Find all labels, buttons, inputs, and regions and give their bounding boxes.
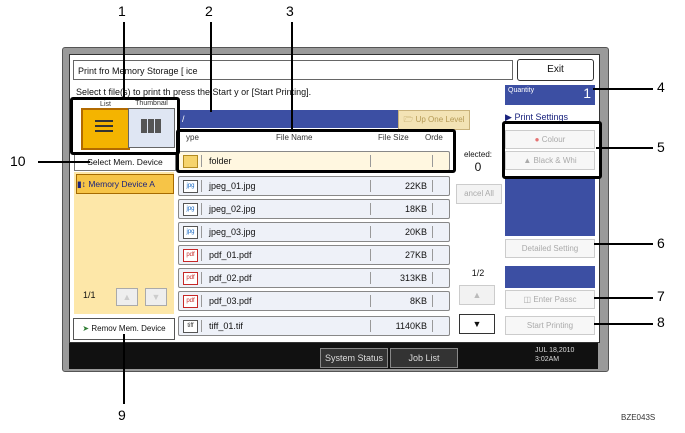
file-size: 1140KB [395, 321, 427, 331]
memory-device-icon: ▮↕ [77, 179, 86, 189]
enter-passcode-label: Enter Passc [533, 295, 577, 304]
enter-passcode-button[interactable]: ◫ Enter Passc [505, 290, 595, 309]
jpg-file-icon: jpg [183, 180, 198, 193]
callout-box-5 [502, 121, 602, 179]
file-row[interactable]: pdf pdf_03.pdf 8KB [178, 291, 450, 311]
date-text: JUL 18,2010 [535, 347, 575, 354]
passcode-display-area [505, 266, 595, 288]
file-row[interactable]: pdf pdf_02.pdf 313KB [178, 268, 450, 288]
file-name: pdf_03.pdf [209, 296, 252, 306]
figure-code: BZE043S [621, 413, 656, 422]
jpg-file-icon: jpg [183, 203, 198, 216]
device-scroll-down-button[interactable]: ▼ [145, 288, 167, 306]
memory-device-item[interactable]: ▮↕ Memory Device A [76, 174, 174, 194]
file-page-indicator: 1/2 [471, 268, 485, 278]
exit-button[interactable]: Exit [517, 59, 594, 81]
callout-6: 6 [657, 235, 665, 251]
jpg-file-icon: jpg [183, 226, 198, 239]
start-printing-button[interactable]: Start Printing [505, 316, 595, 335]
callout-9: 9 [118, 407, 126, 423]
window-title: Print fro Memory Storage [ ice [73, 60, 513, 80]
callout-1: 1 [118, 3, 126, 19]
file-size: 313KB [399, 273, 427, 283]
remove-device-icon: ➤ [82, 324, 90, 333]
callout-box-3 [176, 129, 456, 173]
up-one-level-button[interactable]: 🗁 Up One Level [398, 110, 470, 130]
passcode-icon: ◫ [523, 295, 532, 304]
callout-10: 10 [10, 153, 26, 169]
callout-4: 4 [657, 79, 665, 95]
callout-8: 8 [657, 314, 665, 330]
quantity-box[interactable]: Quantity 1 [505, 85, 595, 105]
device-scroll-up-button[interactable]: ▲ [116, 288, 138, 306]
file-size: 18KB [404, 204, 427, 214]
system-status-button[interactable]: System Status [320, 348, 388, 368]
file-scroll-up-button[interactable]: ▲ [459, 285, 495, 305]
callout-7: 7 [657, 288, 665, 304]
date-time: JUL 18,2010 3:02AM [535, 346, 574, 364]
callout-3: 3 [286, 3, 294, 19]
selected-label: elected: [463, 150, 493, 159]
file-name: jpeg_03.jpg [209, 227, 256, 237]
time-text: 3:02AM [535, 356, 560, 363]
file-row[interactable]: jpg jpeg_01.jpg 22KB [178, 176, 450, 196]
callout-2: 2 [205, 3, 213, 19]
pdf-file-icon: pdf [183, 272, 198, 285]
folder-up-icon: 🗁 [403, 115, 414, 124]
remove-mem-device-label: Remov Mem. Device [91, 324, 166, 333]
device-page-indicator: 1/1 [83, 290, 96, 300]
pdf-file-icon: pdf [183, 249, 198, 262]
file-size: 22KB [404, 181, 427, 191]
file-name: pdf_02.pdf [209, 273, 252, 283]
callout-box-1 [70, 97, 180, 155]
tiff-file-icon: tiff [183, 320, 198, 333]
file-row[interactable]: jpg jpeg_03.jpg 20KB [178, 222, 450, 242]
file-size: 27KB [404, 250, 427, 260]
memory-device-label: Memory Device A [88, 179, 155, 189]
cancel-all-button[interactable]: ancel All [456, 184, 502, 204]
job-list-button[interactable]: Job List [390, 348, 458, 368]
file-name: pdf_01.pdf [209, 250, 252, 260]
file-row[interactable]: pdf pdf_01.pdf 27KB [178, 245, 450, 265]
callout-5: 5 [657, 139, 665, 155]
selected-count: 0 [474, 160, 482, 174]
settings-display-area [505, 178, 595, 236]
file-name: tiff_01.tif [209, 321, 243, 331]
quantity-label: Quantity [508, 87, 535, 94]
file-size: 20KB [404, 227, 427, 237]
file-size: 8KB [409, 296, 427, 306]
pdf-file-icon: pdf [183, 295, 198, 308]
file-scroll-down-button[interactable]: ▼ [459, 314, 495, 334]
up-one-level-label: Up One Level [415, 115, 465, 124]
file-name: jpeg_01.jpg [209, 181, 256, 191]
file-row[interactable]: jpg jpeg_02.jpg 18KB [178, 199, 450, 219]
file-row[interactable]: tiff tiff_01.tif 1140KB [178, 316, 450, 336]
file-name: jpeg_02.jpg [209, 204, 256, 214]
detailed-settings-button[interactable]: Detailed Setting [505, 239, 595, 258]
quantity-value: 1 [583, 85, 591, 101]
